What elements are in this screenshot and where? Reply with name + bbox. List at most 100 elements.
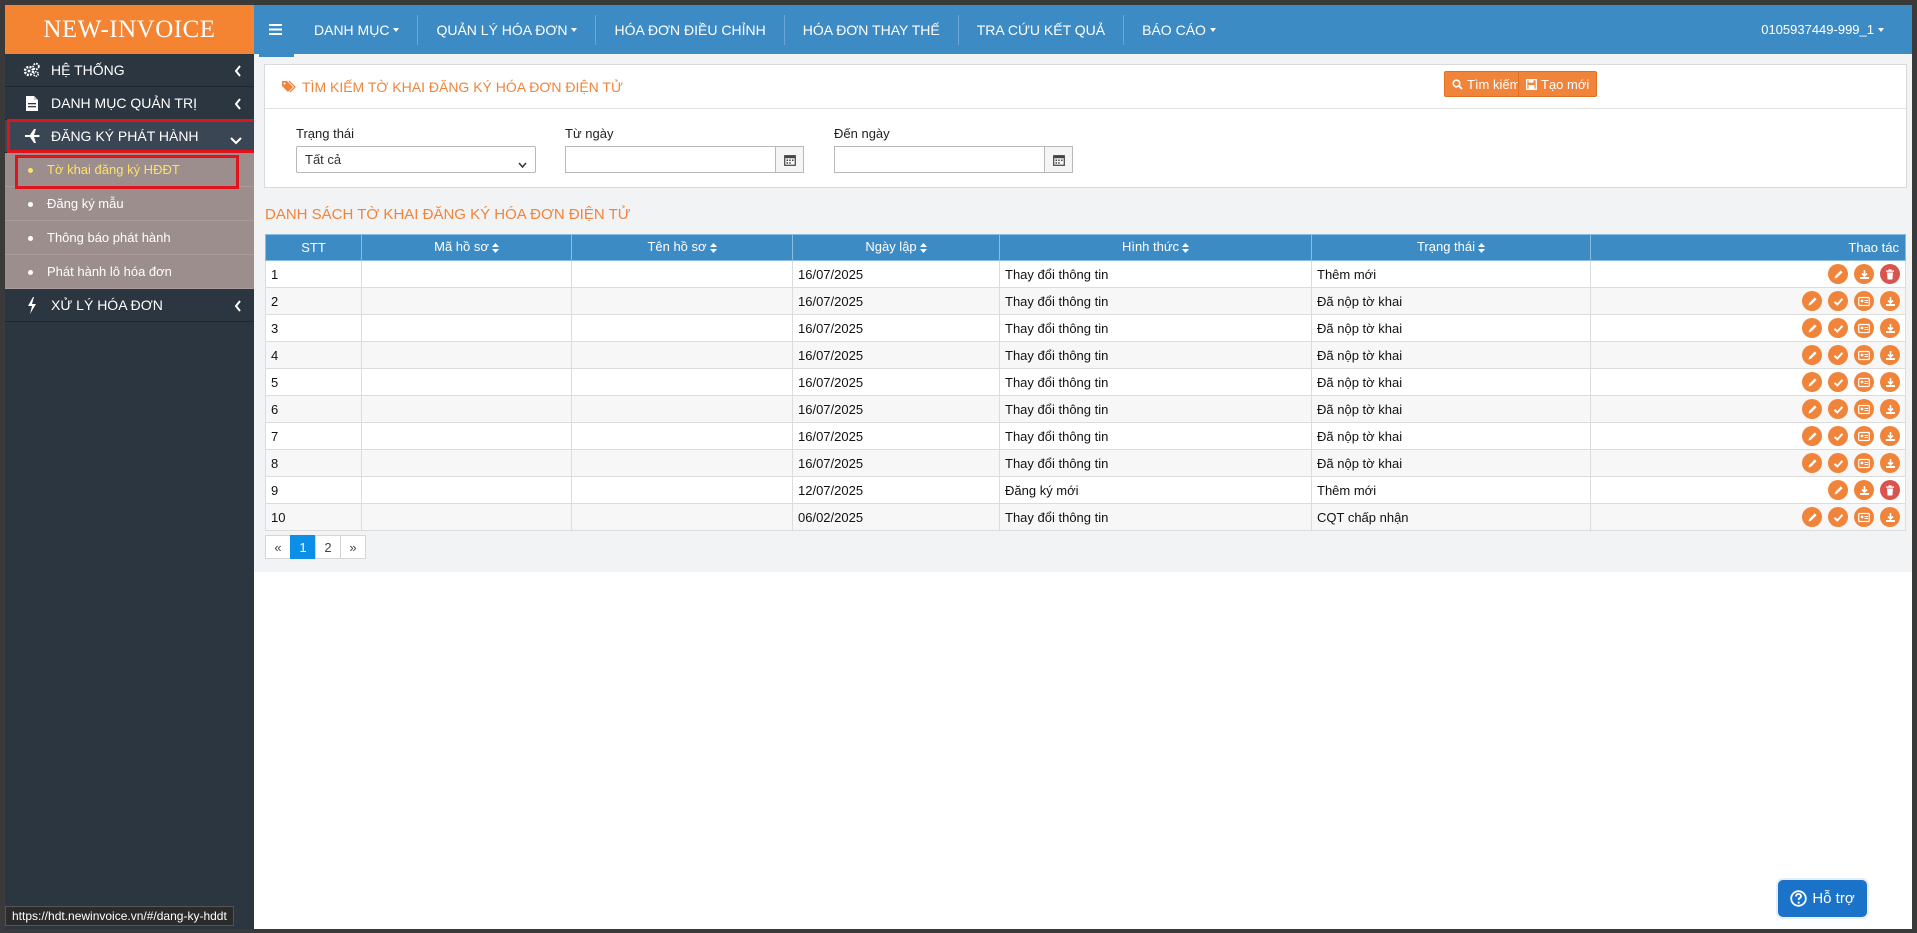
id-card-icon[interactable] xyxy=(1854,345,1874,365)
edit-icon[interactable] xyxy=(1802,426,1822,446)
sidebar-item-dang-ky-phat-hanh[interactable]: ĐĂNG KÝ PHÁT HÀNH xyxy=(5,120,254,153)
pagination-prev[interactable]: « xyxy=(265,535,291,559)
id-card-icon[interactable] xyxy=(1854,399,1874,419)
cell-actions xyxy=(1590,476,1906,504)
calendar-icon[interactable] xyxy=(1044,146,1073,173)
edit-icon[interactable] xyxy=(1802,453,1822,473)
cell-ma-ho-so xyxy=(361,314,572,342)
download-icon[interactable] xyxy=(1880,507,1900,527)
caret-down-icon xyxy=(571,27,578,32)
download-icon[interactable] xyxy=(1880,345,1900,365)
edit-icon[interactable] xyxy=(1802,507,1822,527)
to-date-input[interactable] xyxy=(834,146,1045,173)
id-card-icon[interactable] xyxy=(1854,426,1874,446)
cell-trang-thai: Đã nộp tờ khai xyxy=(1311,395,1591,423)
pagination-next[interactable]: » xyxy=(340,535,366,559)
nav-bao-cao[interactable]: BÁO CÁO xyxy=(1124,15,1234,45)
nav-hoa-don-dieu-chinh[interactable]: HÓA ĐƠN ĐIỀU CHỈNH xyxy=(596,14,785,45)
download-icon[interactable] xyxy=(1880,318,1900,338)
cell-ma-ho-so xyxy=(361,422,572,450)
submenu-item-thong-bao-phat-hanh[interactable]: Thông báo phát hành xyxy=(5,221,254,255)
id-card-icon[interactable] xyxy=(1854,453,1874,473)
trash-icon[interactable] xyxy=(1880,264,1900,284)
search-icon xyxy=(1452,78,1463,90)
table-row: 8 16/07/2025 Thay đổi thông tin Đã nộp tờ k… xyxy=(265,449,1906,477)
submenu-item-to-khai[interactable]: Tờ khai đăng ký HĐĐT xyxy=(5,153,254,187)
cell-ma-ho-so xyxy=(361,287,572,315)
sidebar-item-xu-ly-hoa-don[interactable]: XỬ LÝ HÓA ĐƠN xyxy=(5,289,254,322)
edit-icon[interactable] xyxy=(1802,372,1822,392)
column-header-hinh-thuc[interactable]: Hình thức xyxy=(999,234,1312,261)
id-card-icon[interactable] xyxy=(1854,291,1874,311)
check-icon[interactable] xyxy=(1828,318,1848,338)
cell-actions xyxy=(1590,287,1906,315)
cell-ma-ho-so xyxy=(361,368,572,396)
cell-trang-thai: Đã nộp tờ khai xyxy=(1311,287,1591,315)
download-icon[interactable] xyxy=(1880,291,1900,311)
nav-danh-muc[interactable]: DANH MỤC xyxy=(296,14,419,45)
tags-icon xyxy=(281,80,296,93)
id-card-icon[interactable] xyxy=(1854,372,1874,392)
search-button[interactable]: Tìm kiếm xyxy=(1444,71,1529,97)
table-row: 7 16/07/2025 Thay đổi thông tin Đã nộp tờ k… xyxy=(265,422,1906,450)
check-icon[interactable] xyxy=(1828,291,1848,311)
from-date-input[interactable] xyxy=(565,146,776,173)
cell-ten-ho-so xyxy=(571,260,793,288)
download-icon[interactable] xyxy=(1880,372,1900,392)
download-icon[interactable] xyxy=(1854,264,1874,284)
sidebar-item-danh-muc-quan-tri[interactable]: DANH MỤC QUẢN TRỊ xyxy=(5,87,254,120)
create-new-button[interactable]: Tạo mới xyxy=(1518,71,1598,97)
status-select[interactable]: Tất cả xyxy=(296,146,536,173)
cell-ma-ho-so xyxy=(361,395,572,423)
nav-tra-cuu-ket-qua[interactable]: TRA CỨU KẾT QUẢ xyxy=(959,14,1125,45)
pagination-page-1[interactable]: 1 xyxy=(290,535,316,559)
column-header-trang-thai[interactable]: Trạng thái xyxy=(1311,234,1591,261)
trash-icon[interactable] xyxy=(1880,480,1900,500)
pagination-page-2[interactable]: 2 xyxy=(315,535,341,559)
sort-icon xyxy=(709,241,717,256)
edit-icon[interactable] xyxy=(1802,318,1822,338)
edit-icon[interactable] xyxy=(1802,345,1822,365)
column-header-ma-ho-so[interactable]: Mã hồ sơ xyxy=(361,234,572,261)
check-icon[interactable] xyxy=(1828,426,1848,446)
id-card-icon[interactable] xyxy=(1854,507,1874,527)
check-icon[interactable] xyxy=(1828,453,1848,473)
nav-quan-ly-hoa-don[interactable]: QUẢN LÝ HÓA ĐƠN xyxy=(418,14,597,45)
support-button[interactable]: Hỗ trợ xyxy=(1778,880,1867,917)
submenu-item-phat-hanh-lo[interactable]: Phát hành lô hóa đơn xyxy=(5,255,254,289)
cell-stt: 10 xyxy=(265,503,362,531)
user-menu[interactable]: 0105937449-999_1 xyxy=(1761,22,1884,37)
download-icon[interactable] xyxy=(1880,399,1900,419)
cell-ten-ho-so xyxy=(571,422,793,450)
cell-ngay-lap: 16/07/2025 xyxy=(792,368,1000,396)
cell-ngay-lap: 16/07/2025 xyxy=(792,449,1000,477)
edit-icon[interactable] xyxy=(1828,264,1848,284)
column-header-ngay-lap[interactable]: Ngày lập xyxy=(792,234,1000,261)
hamburger-menu-icon[interactable] xyxy=(254,24,296,35)
brand-logo[interactable]: NEW-INVOICE xyxy=(5,5,254,54)
download-icon[interactable] xyxy=(1880,453,1900,473)
sidebar-item-he-thong[interactable]: HỆ THỐNG xyxy=(5,54,254,87)
sidebar-item-label: ĐĂNG KÝ PHÁT HÀNH xyxy=(51,128,199,144)
cell-ten-ho-so xyxy=(571,341,793,369)
submenu-item-dang-ky-mau[interactable]: Đăng ký mẫu xyxy=(5,187,254,221)
id-card-icon[interactable] xyxy=(1854,318,1874,338)
cell-stt: 1 xyxy=(265,260,362,288)
check-icon[interactable] xyxy=(1828,372,1848,392)
check-icon[interactable] xyxy=(1828,399,1848,419)
download-icon[interactable] xyxy=(1880,426,1900,446)
edit-icon[interactable] xyxy=(1802,399,1822,419)
edit-icon[interactable] xyxy=(1828,480,1848,500)
column-header-ten-ho-so[interactable]: Tên hồ sơ xyxy=(571,234,793,261)
calendar-icon[interactable] xyxy=(775,146,804,173)
cell-ngay-lap: 16/07/2025 xyxy=(792,422,1000,450)
check-icon[interactable] xyxy=(1828,507,1848,527)
caret-down-icon xyxy=(393,27,400,32)
download-icon[interactable] xyxy=(1854,480,1874,500)
nav-hoa-don-thay-the[interactable]: HÓA ĐƠN THAY THẾ xyxy=(785,14,959,45)
cell-stt: 3 xyxy=(265,314,362,342)
cell-hinh-thuc: Đăng ký mới xyxy=(999,476,1312,504)
edit-icon[interactable] xyxy=(1802,291,1822,311)
cell-ten-ho-so xyxy=(571,395,793,423)
check-icon[interactable] xyxy=(1828,345,1848,365)
